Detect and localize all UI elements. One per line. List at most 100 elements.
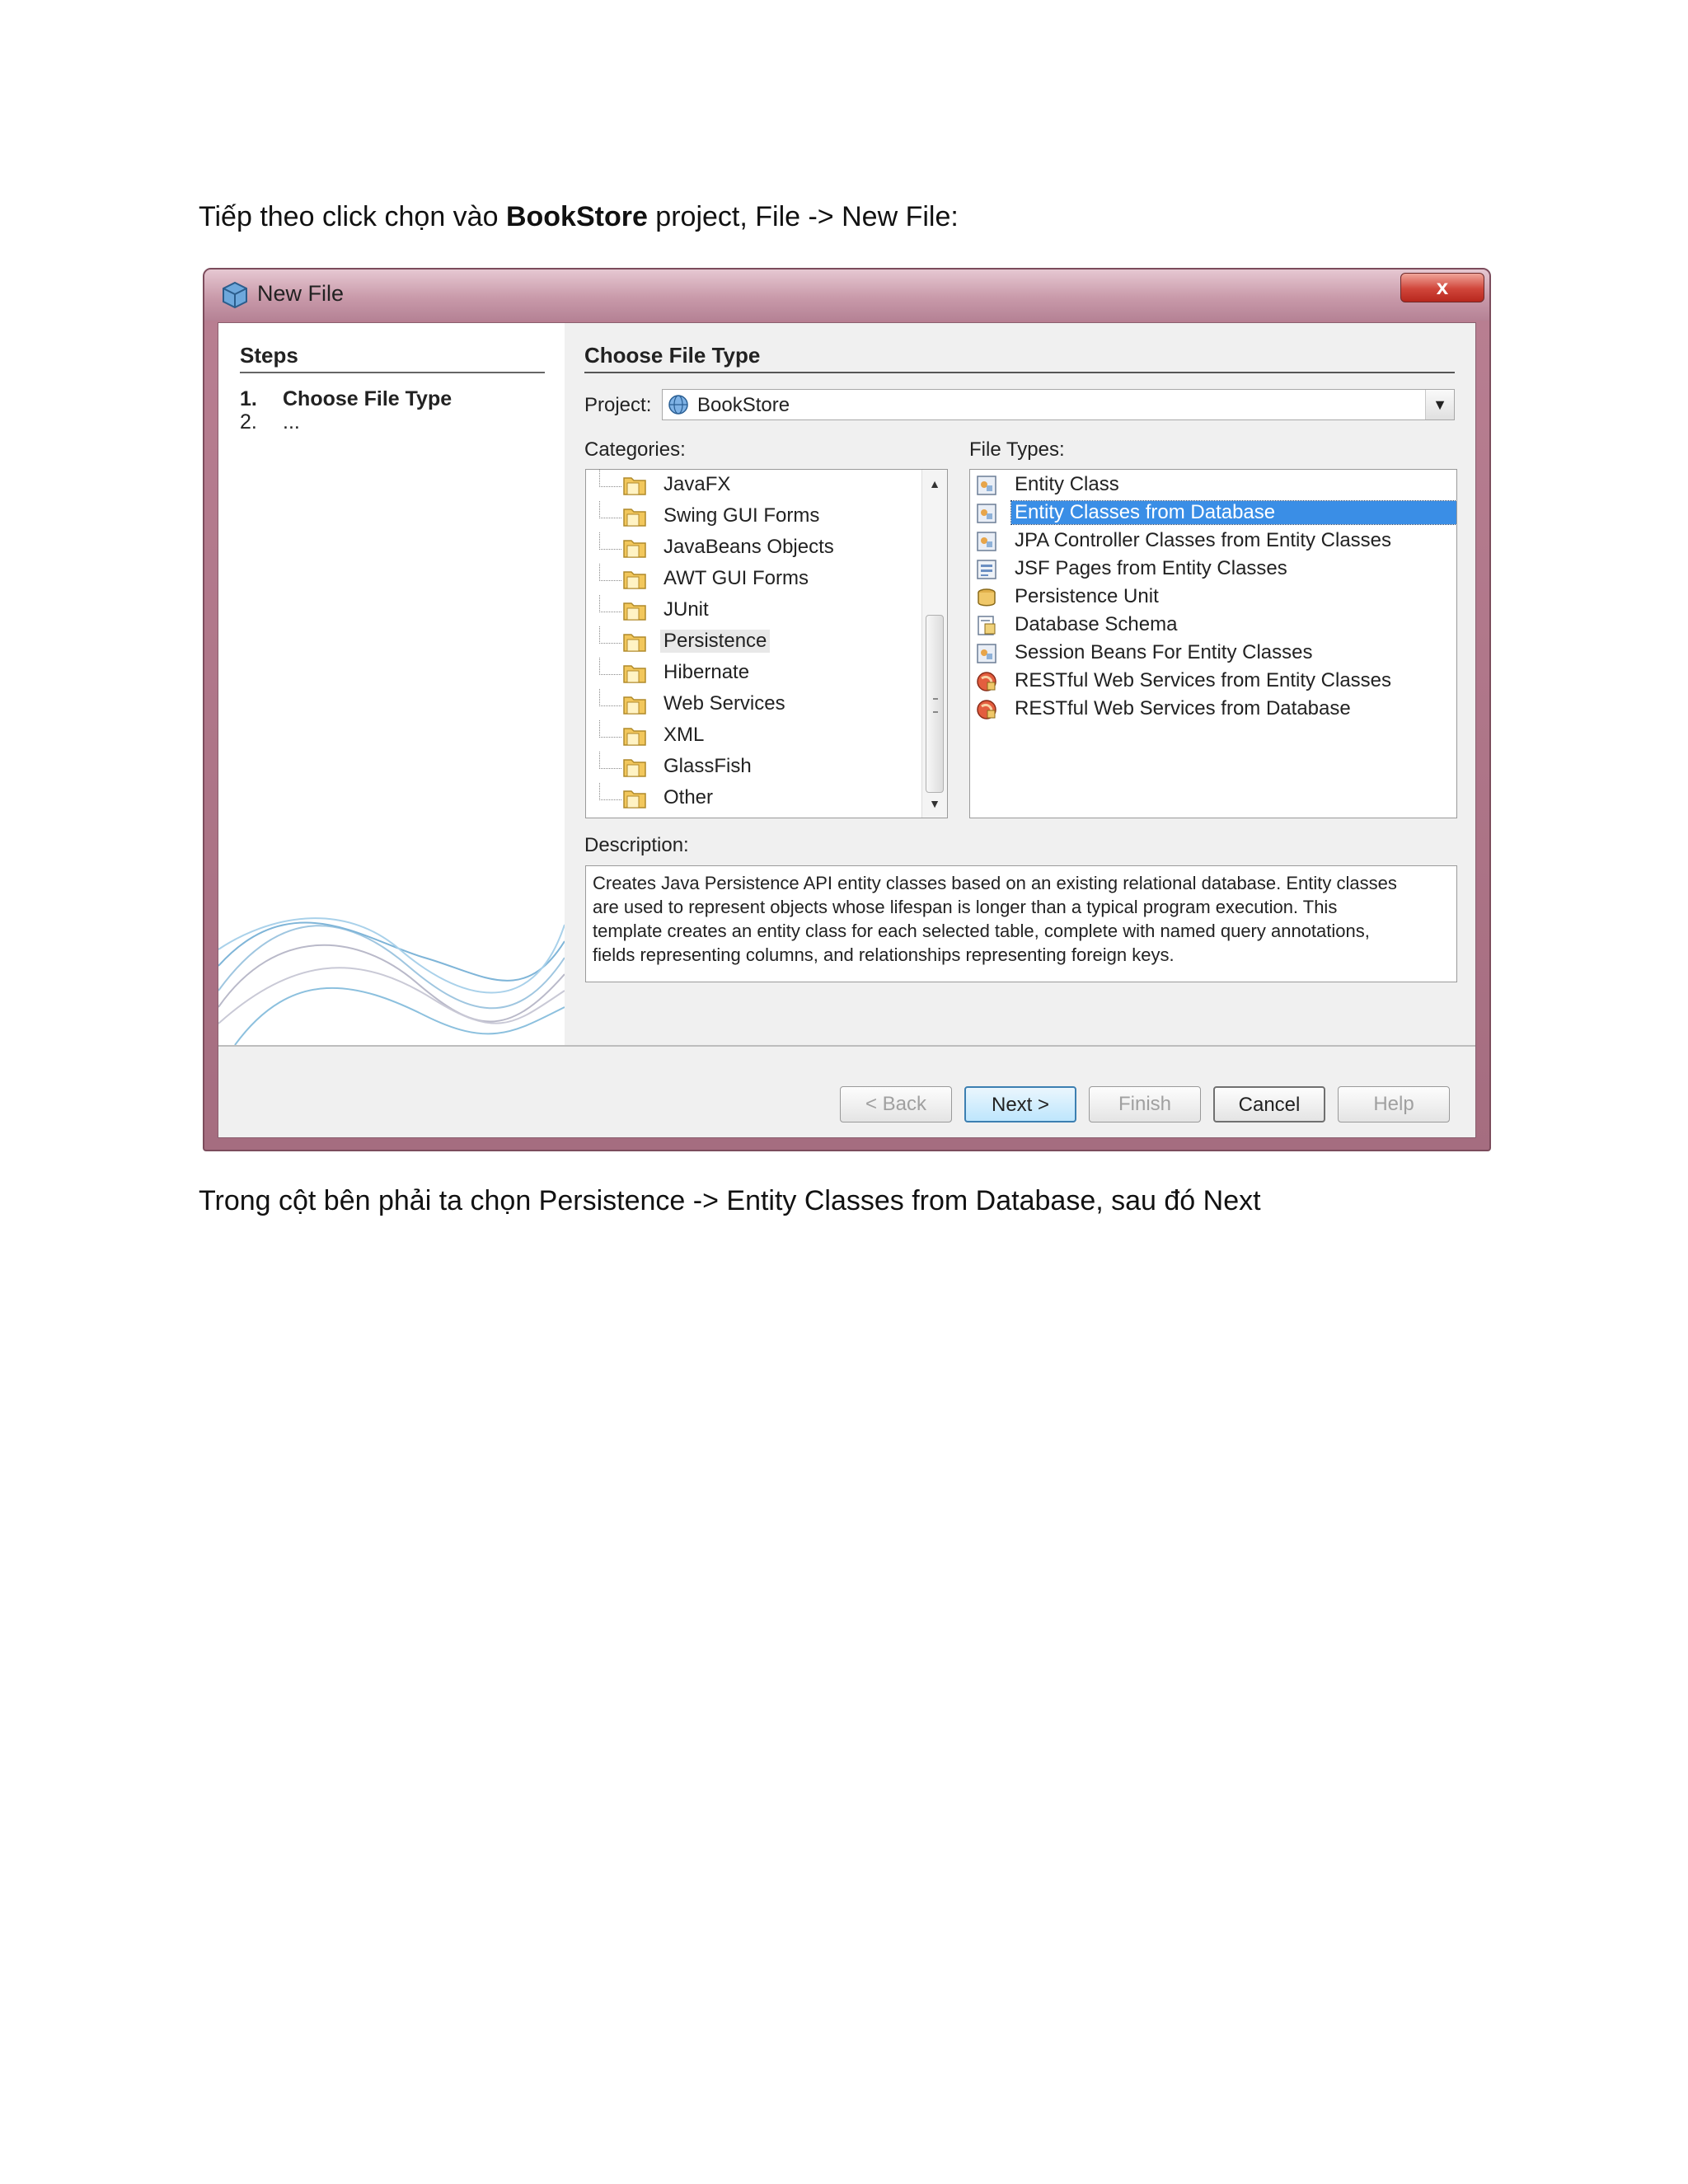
category-label: GlassFish [663, 755, 752, 777]
intro-text-end: project, File -> New File: [647, 201, 959, 232]
description-line: fields representing columns, and relatio… [593, 944, 1175, 965]
folder-icon [623, 696, 646, 715]
next-button[interactable]: Next > [964, 1086, 1076, 1122]
file-type-label: Database Schema [1015, 613, 1178, 635]
jsf-pages-icon [977, 560, 996, 579]
tree-branch [599, 658, 621, 675]
netbeans-cube-icon [223, 281, 247, 309]
category-item[interactable]: Other [586, 783, 916, 813]
restful-service-icon [977, 700, 996, 719]
file-types-label: File Types: [969, 438, 1065, 461]
file-type-item[interactable]: JPA Controller Classes from Entity Class… [970, 527, 1456, 555]
step-label: Choose File Type [283, 387, 452, 410]
category-item[interactable]: AWT GUI Forms [586, 564, 916, 593]
category-label: Swing GUI Forms [663, 504, 820, 527]
restful-service-icon [977, 672, 996, 691]
tree-branch [599, 470, 621, 487]
steps-heading: Steps [240, 343, 545, 373]
tree-branch [599, 501, 621, 518]
folder-icon [623, 477, 646, 495]
category-item[interactable]: GlassFish [586, 752, 916, 781]
category-item[interactable]: JUnit [586, 595, 916, 625]
tree-branch [599, 595, 621, 612]
step-number: 2. [240, 410, 257, 434]
tree-branch [599, 783, 621, 800]
file-type-item[interactable]: RESTful Web Services from Entity Classes [970, 668, 1456, 696]
tree-branch [599, 752, 621, 769]
category-item[interactable]: Swing GUI Forms [586, 501, 916, 531]
dialog-client-area: Steps 1. Choose File Type 2.... Choose Fi… [218, 322, 1476, 1138]
category-label: Web Services [663, 692, 785, 715]
file-type-label: JPA Controller Classes from Entity Class… [1015, 529, 1392, 551]
file-types-list: Entity Class Entity Classes from Databas… [969, 469, 1457, 818]
intro-bold-project: BookStore [505, 201, 648, 232]
file-type-label: Entity Class [1015, 473, 1119, 495]
file-type-item[interactable]: JSF Pages from Entity Classes [970, 555, 1456, 583]
file-type-item[interactable]: Database Schema [970, 612, 1456, 640]
folder-icon [623, 634, 646, 652]
session-bean-icon [977, 644, 996, 663]
new-file-dialog: New File x Steps 1. Choose File Type 2...… [203, 268, 1491, 1151]
categories-label: Categories: [584, 438, 686, 461]
file-type-item[interactable]: Persistence Unit [970, 583, 1456, 612]
scroll-up-icon[interactable]: ▲ [922, 473, 947, 494]
description-line: are used to represent objects whose life… [593, 897, 1338, 917]
step-item-1: 1. Choose File Type [240, 387, 452, 411]
entity-class-icon [977, 532, 996, 551]
folder-icon [623, 665, 646, 683]
finish-button[interactable]: Finish [1089, 1086, 1201, 1122]
tree-branch [599, 532, 621, 550]
description-line: Creates Java Persistence API entity clas… [593, 873, 1397, 893]
project-value: BookStore [697, 394, 790, 416]
intro-paragraph: Tiếp theo click chọn vào BookStore proje… [199, 200, 959, 233]
file-type-label: JSF Pages from Entity Classes [1015, 557, 1287, 579]
folder-icon [623, 540, 646, 558]
category-item[interactable]: XML [586, 720, 916, 750]
folder-icon [623, 728, 646, 746]
dialog-title: New File [257, 281, 345, 306]
folder-icon [623, 759, 646, 777]
scroll-thumb[interactable] [926, 615, 944, 793]
file-type-item[interactable]: Entity Class [970, 471, 1456, 499]
category-item[interactable]: Web Services [586, 689, 916, 719]
step-number: 1. [240, 387, 257, 410]
project-label: Project: [584, 394, 652, 416]
back-button[interactable]: < Back [840, 1086, 952, 1122]
file-type-item[interactable]: Session Beans For Entity Classes [970, 640, 1456, 668]
dialog-titlebar[interactable]: New File x [204, 269, 1489, 321]
tree-branch [599, 626, 621, 644]
project-dropdown[interactable]: BookStore ▼ [662, 389, 1455, 420]
help-button[interactable]: Help [1338, 1086, 1450, 1122]
category-label: Persistence [660, 630, 771, 653]
cancel-button[interactable]: Cancel [1213, 1086, 1325, 1122]
close-button[interactable]: x [1400, 273, 1484, 302]
category-item[interactable]: Hibernate [586, 658, 916, 687]
file-type-item-selected[interactable]: Entity Classes from Database [970, 499, 1456, 527]
file-type-label: Persistence Unit [1015, 585, 1159, 607]
description-box: Creates Java Persistence API entity clas… [585, 865, 1457, 982]
scroll-down-icon[interactable]: ▼ [922, 793, 947, 814]
category-item[interactable]: JavaFX [586, 470, 916, 499]
category-label: XML [663, 724, 705, 746]
entity-class-icon [977, 504, 996, 523]
category-label: AWT GUI Forms [663, 567, 809, 589]
decorative-wave-graphic [218, 917, 565, 1045]
category-item[interactable]: JavaBeans Objects [586, 532, 916, 562]
file-type-label: RESTful Web Services from Entity Classes [1015, 669, 1392, 691]
entity-class-icon [977, 476, 996, 495]
file-type-label: Session Beans For Entity Classes [1015, 641, 1313, 663]
folder-icon [623, 571, 646, 589]
category-item-selected[interactable]: Persistence [586, 626, 916, 656]
file-type-item[interactable]: RESTful Web Services from Database [970, 696, 1456, 724]
chevron-down-icon[interactable]: ▼ [1425, 390, 1454, 419]
folder-icon [623, 509, 646, 527]
tree-branch [599, 564, 621, 581]
folder-icon [623, 790, 646, 808]
categories-scrollbar[interactable]: ▲ ▼ [921, 470, 947, 818]
category-label: JavaFX [663, 473, 731, 495]
intro-text: Tiếp theo click chọn vào [199, 201, 506, 232]
description-line: template creates an entity class for eac… [593, 921, 1370, 941]
button-bar-divider [218, 1045, 1475, 1047]
section-title: Choose File Type [584, 343, 1455, 373]
step-item-2: 2.... [240, 410, 300, 434]
